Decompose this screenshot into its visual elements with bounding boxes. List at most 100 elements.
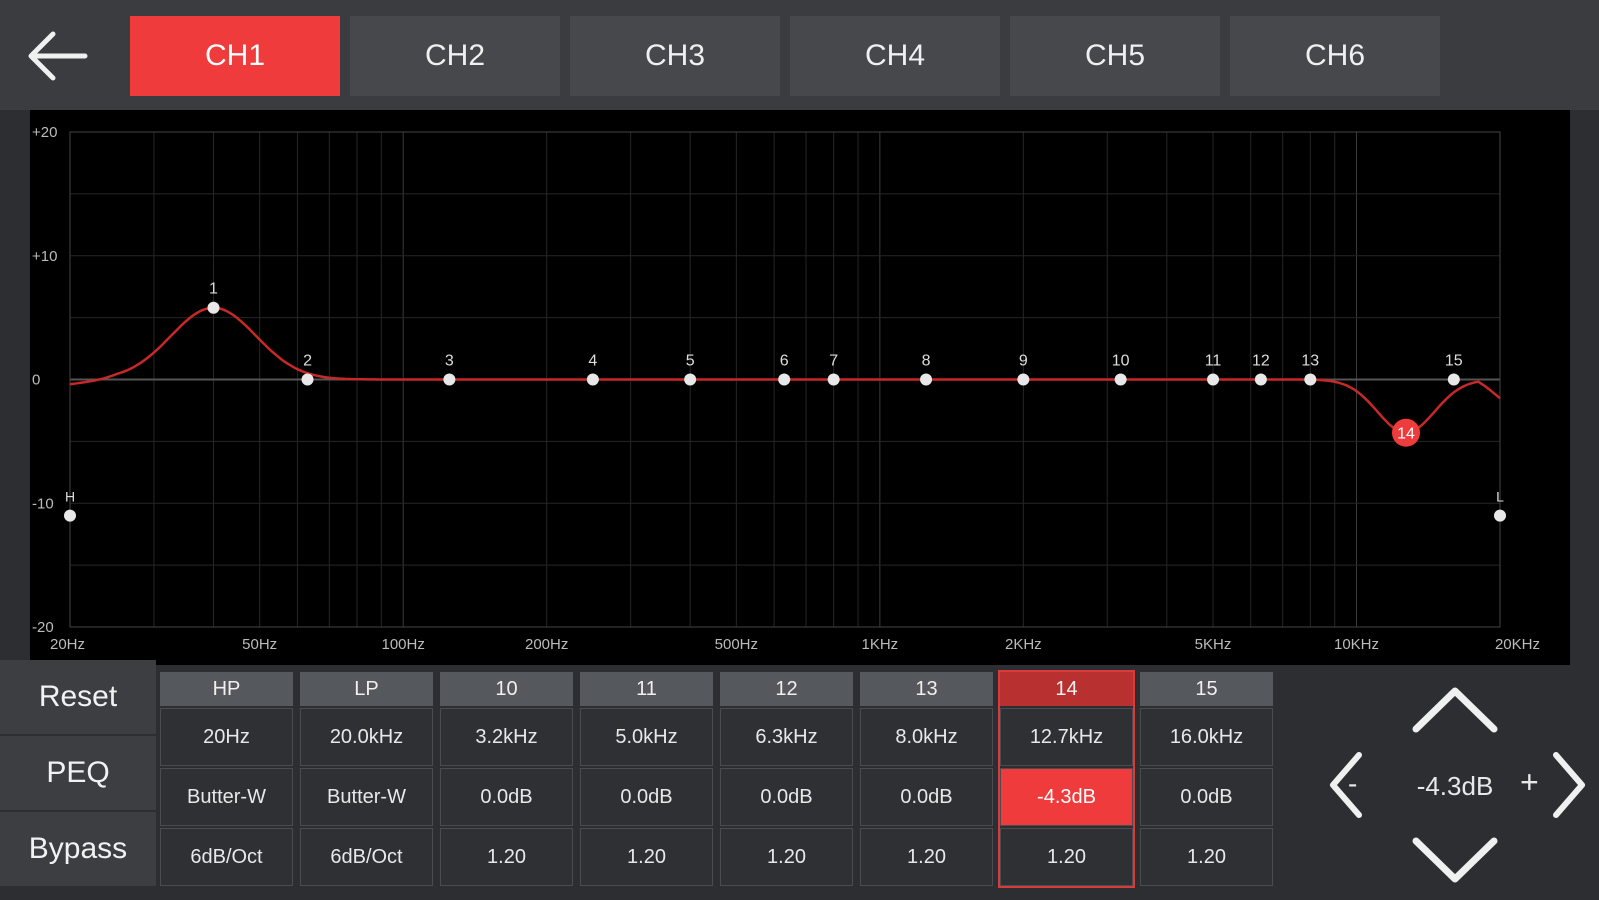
eq-point[interactable] — [586, 373, 599, 386]
eq-point[interactable] — [443, 373, 456, 386]
band-14[interactable]: 14 12.7kHz -4.3dB 1.20 — [998, 670, 1135, 888]
bypass-button[interactable]: Bypass — [0, 812, 156, 886]
eq-point-label: 14 — [1397, 426, 1415, 443]
band-header[interactable]: 14 — [1000, 672, 1133, 706]
eq-point[interactable] — [1304, 373, 1317, 386]
eq-point-label: 11 — [1205, 353, 1222, 370]
band-lp[interactable]: LP 20.0kHz Butter-W 6dB/Oct — [300, 672, 433, 886]
arrow-left-icon — [28, 31, 88, 81]
band-freq[interactable]: 8.0kHz — [860, 708, 993, 766]
x-axis-label: 200Hz — [525, 636, 568, 653]
tab-ch5[interactable]: CH5 — [1010, 16, 1220, 96]
tab-ch3[interactable]: CH3 — [570, 16, 780, 96]
band-11[interactable]: 11 5.0kHz 0.0dB 1.20 — [580, 672, 713, 886]
band-freq[interactable]: 3.2kHz — [440, 708, 573, 766]
band-gain[interactable]: Butter-W — [160, 768, 293, 826]
band-freq[interactable]: 6.3kHz — [720, 708, 853, 766]
band-gain[interactable]: 0.0dB — [440, 768, 573, 826]
hp-marker[interactable] — [64, 509, 76, 522]
x-axis-label: 2KHz — [1005, 636, 1042, 653]
eq-graph-svg[interactable]: +20 +10 0 -10 -2020Hz 50Hz 100Hz 200Hz 500Hz 1KHz… — [30, 110, 1570, 665]
eq-point[interactable] — [778, 373, 791, 386]
band-q[interactable]: 1.20 — [1000, 828, 1133, 886]
band-freq[interactable]: 12.7kHz — [1000, 708, 1133, 766]
band-12[interactable]: 12 6.3kHz 0.0dB 1.20 — [720, 672, 853, 886]
eq-graph[interactable]: +20 +10 0 -10 -20 20Hz 50Hz 100Hz 200Hz 500Hz 1KHz… — [30, 110, 1570, 665]
band-header[interactable]: 11 — [580, 672, 713, 706]
band-q[interactable]: 6dB/Oct — [300, 828, 433, 886]
eq-point-label: 6 — [780, 353, 789, 370]
band-gain[interactable]: 0.0dB — [860, 768, 993, 826]
eq-point-label: 10 — [1112, 353, 1130, 370]
band-header[interactable]: LP — [300, 672, 433, 706]
y-axis-label: -10 — [32, 495, 54, 512]
eq-point[interactable] — [684, 373, 697, 386]
band-freq[interactable]: 20.0kHz — [300, 708, 433, 766]
prev-button[interactable]: - — [1310, 730, 1380, 840]
tab-ch4[interactable]: CH4 — [790, 16, 1000, 96]
band-q[interactable]: 1.20 — [720, 828, 853, 886]
x-axis-label: 100Hz — [381, 636, 424, 653]
band-q[interactable]: 1.20 — [860, 828, 993, 886]
eq-point[interactable] — [827, 373, 840, 386]
tab-ch1[interactable]: CH1 — [130, 16, 340, 96]
band-header[interactable]: HP — [160, 672, 293, 706]
band-q[interactable]: 1.20 — [580, 828, 713, 886]
y-axis-label: +10 — [32, 248, 57, 265]
decrease-button[interactable] — [1385, 830, 1525, 890]
eq-point-label: 13 — [1301, 353, 1319, 370]
band-header[interactable]: 15 — [1140, 672, 1273, 706]
eq-point[interactable] — [207, 301, 220, 314]
tab-ch6[interactable]: CH6 — [1230, 16, 1440, 96]
back-button[interactable] — [14, 18, 98, 94]
tab-ch2[interactable]: CH2 — [350, 16, 560, 96]
channel-bar: CH1 CH2 CH3 CH4 CH5 CH6 — [0, 0, 1599, 110]
x-axis-label: 10KHz — [1334, 636, 1379, 653]
band-gain[interactable]: 0.0dB — [580, 768, 713, 826]
eq-point[interactable] — [1447, 373, 1460, 386]
band-freq[interactable]: 16.0kHz — [1140, 708, 1273, 766]
eq-point[interactable] — [1207, 373, 1220, 386]
band-hp[interactable]: HP 20Hz Butter-W 6dB/Oct — [160, 672, 293, 886]
x-axis-label: 20Hz — [50, 636, 85, 653]
band-gain[interactable]: 0.0dB — [1140, 768, 1273, 826]
eq-point[interactable] — [1114, 373, 1127, 386]
peq-button[interactable]: PEQ — [0, 736, 156, 810]
eq-point-label: 3 — [445, 353, 454, 370]
band-header[interactable]: 10 — [440, 672, 573, 706]
chevron-right-icon — [1553, 752, 1585, 818]
minus-label: - — [1348, 768, 1358, 799]
lp-marker[interactable] — [1494, 509, 1506, 522]
band-header[interactable]: 13 — [860, 672, 993, 706]
band-gain[interactable]: -4.3dB — [1000, 768, 1133, 826]
band-13[interactable]: 13 8.0kHz 0.0dB 1.20 — [860, 672, 993, 886]
eq-point-label: 4 — [588, 353, 597, 370]
band-15[interactable]: 15 16.0kHz 0.0dB 1.20 — [1140, 672, 1273, 886]
reset-button[interactable]: Reset — [0, 660, 156, 734]
current-value-display: -4.3dB — [1416, 770, 1494, 801]
y-axis-label: 0 — [32, 372, 40, 389]
band-q[interactable]: 6dB/Oct — [160, 828, 293, 886]
band-10[interactable]: 10 3.2kHz 0.0dB 1.20 — [440, 672, 573, 886]
eq-point[interactable] — [1254, 373, 1267, 386]
chevron-up-icon — [1412, 687, 1498, 733]
band-q[interactable]: 1.20 — [440, 828, 573, 886]
band-gain[interactable]: 0.0dB — [720, 768, 853, 826]
eq-point[interactable] — [301, 373, 314, 386]
eq-point-label: 5 — [686, 353, 695, 370]
eq-app: CH1 CH2 CH3 CH4 CH5 CH6 +20 +10 0 -10 -20 20H… — [0, 0, 1599, 900]
eq-point-label: 15 — [1445, 353, 1463, 370]
eq-response-curve — [69, 306, 1501, 434]
band-gain[interactable]: Butter-W — [300, 768, 433, 826]
hp-marker-label: H — [65, 489, 75, 505]
increase-button[interactable] — [1385, 680, 1525, 740]
eq-point-label: 9 — [1019, 353, 1028, 370]
band-header[interactable]: 12 — [720, 672, 853, 706]
eq-point-label: 1 — [209, 281, 218, 298]
band-q[interactable]: 1.20 — [1140, 828, 1273, 886]
eq-point[interactable] — [1017, 373, 1030, 386]
adjust-pad: - + -4.3dB — [1310, 680, 1599, 895]
band-freq[interactable]: 20Hz — [160, 708, 293, 766]
band-freq[interactable]: 5.0kHz — [580, 708, 713, 766]
eq-point[interactable] — [920, 373, 933, 386]
